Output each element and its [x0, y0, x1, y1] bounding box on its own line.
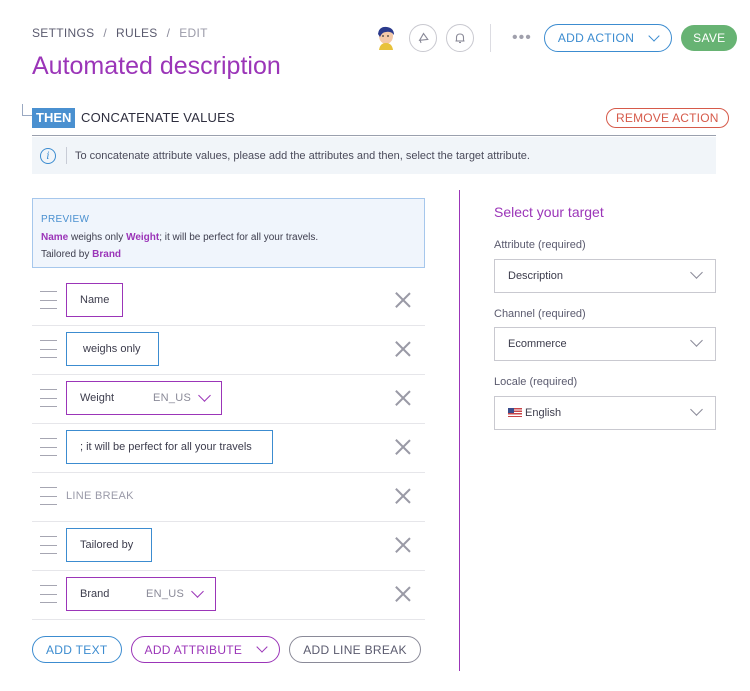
close-icon[interactable] — [395, 586, 411, 602]
chevron-down-icon — [690, 403, 703, 416]
locale-select-value: English — [525, 407, 562, 419]
chevron-down-icon — [690, 334, 703, 347]
chevron-down-icon — [191, 585, 204, 598]
preview-line-1: Name weighs only Weight; it will be perf… — [41, 229, 416, 246]
attribute-chip[interactable]: Brand EN_US — [66, 577, 216, 611]
list-item: Name — [32, 277, 425, 326]
attribute-label: Weight — [80, 392, 115, 404]
add-attribute-button[interactable]: ADD ATTRIBUTE — [130, 636, 281, 663]
preview-token: weighs only — [68, 232, 127, 243]
attribute-field-label: Attribute (required) — [494, 239, 586, 251]
locale-select[interactable]: English — [494, 396, 716, 430]
list-item: Weight EN_US — [32, 375, 425, 424]
attribute-chip[interactable]: Name — [66, 283, 123, 317]
close-icon[interactable] — [395, 537, 411, 553]
target-title: Select your target — [494, 204, 604, 220]
list-item: Brand EN_US — [32, 571, 425, 620]
preview-line-2: Tailored by Brand — [41, 246, 416, 263]
attribute-label: Brand — [80, 588, 110, 600]
chevron-down-icon — [690, 266, 703, 279]
drag-handle-icon[interactable] — [40, 340, 57, 358]
add-action-label: ADD ACTION — [557, 31, 635, 45]
breadcrumb: SETTINGS / RULES / EDIT — [32, 26, 208, 40]
drag-handle-icon[interactable] — [40, 536, 57, 554]
section-divider — [32, 135, 716, 136]
line-break-label: LINE BREAK — [66, 490, 134, 502]
activity-button[interactable] — [409, 24, 437, 52]
drag-handle-icon[interactable] — [40, 585, 57, 603]
attribute-select-value: Description — [508, 270, 564, 282]
info-text: To concatenate attribute values, please … — [75, 150, 530, 162]
breadcrumb-separator: / — [166, 26, 171, 40]
column-divider — [459, 190, 460, 671]
bell-icon — [455, 33, 465, 44]
us-flag-icon — [508, 408, 522, 417]
preview-box: PREVIEW Name weighs only Weight; it will… — [32, 198, 425, 268]
breadcrumb-rules[interactable]: RULES — [116, 26, 158, 40]
drag-handle-icon[interactable] — [40, 487, 57, 505]
preview-token: ; it will be perfect for all your travel… — [159, 232, 319, 243]
preview-token: Tailored by — [41, 249, 93, 260]
chevron-down-icon — [198, 389, 211, 402]
channel-field-label: Channel (required) — [494, 308, 586, 320]
more-options-icon[interactable]: ••• — [512, 29, 532, 47]
preview-token: Brand — [92, 249, 122, 260]
add-line-break-button[interactable]: ADD LINE BREAK — [289, 636, 421, 663]
section-title: CONCATENATE VALUES — [81, 110, 235, 125]
locale-label: EN_US — [153, 392, 192, 404]
preview-token: Name — [41, 232, 69, 243]
chevron-down-icon — [256, 641, 268, 653]
locale-label: EN_US — [146, 588, 185, 600]
add-action-button[interactable]: ADD ACTION — [543, 24, 673, 52]
text-input[interactable]: weighs only — [66, 332, 159, 366]
header-actions: ••• ADD ACTION SAVE — [372, 24, 738, 52]
text-input[interactable]: ; it will be perfect for all your travel… — [66, 430, 273, 464]
avatar[interactable] — [372, 24, 400, 52]
close-icon[interactable] — [395, 341, 411, 357]
attribute-chip[interactable]: Weight EN_US — [66, 381, 222, 415]
text-value: ; it will be perfect for all your travel… — [80, 441, 252, 453]
text-value: weighs only — [80, 343, 141, 355]
page-title: Automated description — [32, 52, 281, 80]
remove-action-button[interactable]: REMOVE ACTION — [606, 108, 729, 128]
save-button[interactable]: SAVE — [681, 25, 738, 51]
close-icon[interactable] — [395, 292, 411, 308]
megaphone-icon — [418, 32, 429, 44]
chevron-down-icon — [648, 29, 660, 42]
drag-handle-icon[interactable] — [40, 291, 57, 309]
concatenate-list: Name weighs only Weight EN_US ; it will … — [32, 277, 425, 620]
channel-select-value: Ecommerce — [508, 338, 567, 350]
info-icon: i — [40, 148, 56, 164]
list-item: LINE BREAK — [32, 473, 425, 522]
breadcrumb-settings[interactable]: SETTINGS — [32, 26, 94, 40]
close-icon[interactable] — [395, 488, 411, 504]
preview-title: PREVIEW — [41, 214, 90, 225]
locale-field-label: Locale (required) — [494, 376, 578, 388]
info-separator — [66, 147, 67, 164]
notifications-button[interactable] — [446, 24, 474, 52]
breadcrumb-edit: EDIT — [179, 26, 208, 40]
drag-handle-icon[interactable] — [40, 389, 57, 407]
then-badge: THEN — [32, 108, 76, 128]
attribute-select[interactable]: Description — [494, 259, 716, 293]
preview-token: Weight — [126, 232, 160, 243]
list-item: ; it will be perfect for all your travel… — [32, 424, 425, 473]
tree-connector — [22, 104, 32, 116]
drag-handle-icon[interactable] — [40, 438, 57, 456]
breadcrumb-separator: / — [103, 26, 108, 40]
add-text-button[interactable]: ADD TEXT — [32, 636, 122, 663]
info-banner: i To concatenate attribute values, pleas… — [32, 137, 716, 174]
list-item: weighs only — [32, 326, 425, 375]
add-attribute-label: ADD ATTRIBUTE — [144, 642, 243, 657]
close-icon[interactable] — [395, 390, 411, 406]
close-icon[interactable] — [395, 439, 411, 455]
text-input[interactable]: Tailored by — [66, 528, 152, 562]
channel-select[interactable]: Ecommerce — [494, 327, 716, 361]
attribute-label: Name — [80, 294, 110, 306]
add-buttons: ADD TEXT ADD ATTRIBUTE ADD LINE BREAK — [32, 636, 421, 663]
header-divider — [490, 24, 491, 52]
list-item: Tailored by — [32, 522, 425, 571]
text-value: Tailored by — [80, 539, 134, 551]
